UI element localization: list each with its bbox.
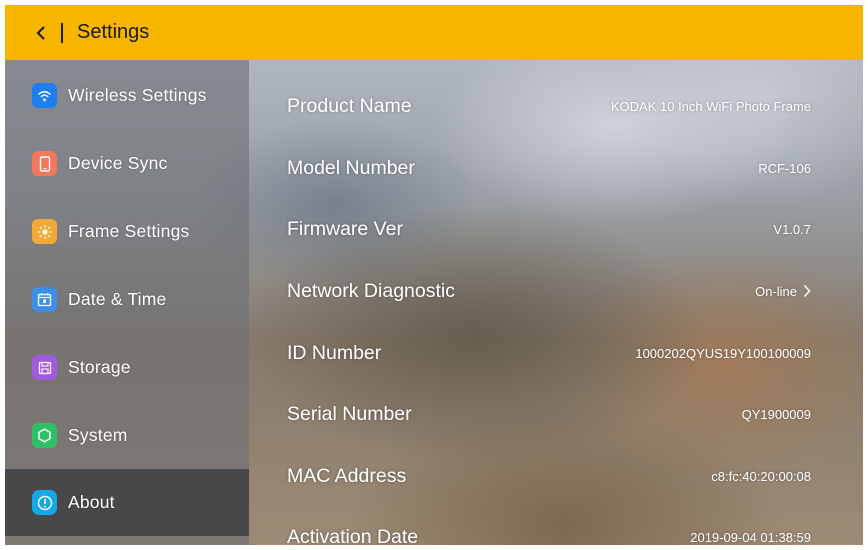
row-value: QY1900009 — [741, 406, 811, 422]
row-value: c8:fc:40:20:00:08 — [711, 468, 811, 484]
wifi-icon — [32, 83, 57, 108]
chevron-right-icon — [803, 284, 811, 298]
calendar-icon — [32, 287, 57, 312]
sidebar-item-label: Device Sync — [68, 153, 168, 173]
info-row-firmware-ver: Firmware Ver V1.0.7 — [249, 198, 863, 260]
row-label: Serial Number — [287, 402, 412, 425]
sidebar-item-label: Frame Settings — [68, 221, 190, 241]
sidebar-item-label: Storage — [68, 357, 131, 377]
info-row-mac-address: MAC Address c8:fc:40:20:00:08 — [249, 445, 863, 507]
sidebar-item-device-sync[interactable]: Device Sync — [5, 130, 249, 197]
row-label: Product Name — [287, 94, 412, 117]
row-label: Firmware Ver — [287, 217, 403, 240]
back-button[interactable] — [29, 18, 53, 48]
row-value: 1000202QYUS19Y100100009 — [635, 345, 811, 361]
row-value: 2019-09-04 01:38:59 — [690, 529, 811, 545]
row-label: MAC Address — [287, 464, 407, 487]
sidebar-item-storage[interactable]: Storage — [5, 334, 249, 401]
row-label: Model Number — [287, 156, 415, 179]
row-label: ID Number — [287, 341, 382, 364]
storage-icon — [32, 355, 57, 380]
sun-icon — [32, 219, 57, 244]
info-row-activation-date: Activation Date 2019-09-04 01:38:59 — [249, 506, 863, 546]
device-screen: Settings Wireless Settings Device Sync F… — [5, 5, 863, 545]
row-value: V1.0.7 — [773, 221, 811, 237]
row-value: RCF-106 — [758, 160, 811, 176]
page-title: Settings — [77, 21, 150, 43]
info-row-id-number: ID Number 1000202QYUS19Y100100009 — [249, 322, 863, 384]
sidebar: Wireless Settings Device Sync Frame Sett… — [5, 60, 249, 545]
sidebar-item-frame-settings[interactable]: Frame Settings — [5, 198, 249, 265]
info-icon — [32, 490, 57, 515]
info-row-network-diagnostic[interactable]: Network Diagnostic On-line — [249, 260, 863, 322]
sidebar-item-about[interactable]: About — [5, 469, 249, 536]
phone-icon — [32, 151, 57, 176]
sidebar-item-date-time[interactable]: Date & Time — [5, 266, 249, 333]
sidebar-item-label: About — [68, 492, 115, 512]
row-value: On-line — [755, 283, 797, 299]
sidebar-item-wireless-settings[interactable]: Wireless Settings — [5, 62, 249, 129]
chevron-left-icon — [36, 25, 45, 40]
sidebar-item-system[interactable]: System — [5, 402, 249, 469]
shield-icon — [32, 423, 57, 448]
sidebar-item-label: Date & Time — [68, 289, 167, 309]
top-bar: Settings — [5, 5, 863, 60]
sidebar-item-label: System — [68, 425, 128, 445]
info-row-product-name: Product Name KODAK 10 Inch WiFi Photo Fr… — [249, 75, 863, 137]
row-label: Activation Date — [287, 525, 419, 546]
sidebar-item-label: Wireless Settings — [68, 85, 207, 105]
network-status: On-line — [755, 284, 811, 299]
about-panel: Product Name KODAK 10 Inch WiFi Photo Fr… — [249, 60, 863, 546]
info-row-model-number: Model Number RCF-106 — [249, 137, 863, 199]
title-divider — [61, 22, 63, 43]
row-label: Network Diagnostic — [287, 279, 455, 302]
row-value: KODAK 10 Inch WiFi Photo Frame — [610, 98, 811, 114]
info-row-serial-number: Serial Number QY1900009 — [249, 383, 863, 445]
